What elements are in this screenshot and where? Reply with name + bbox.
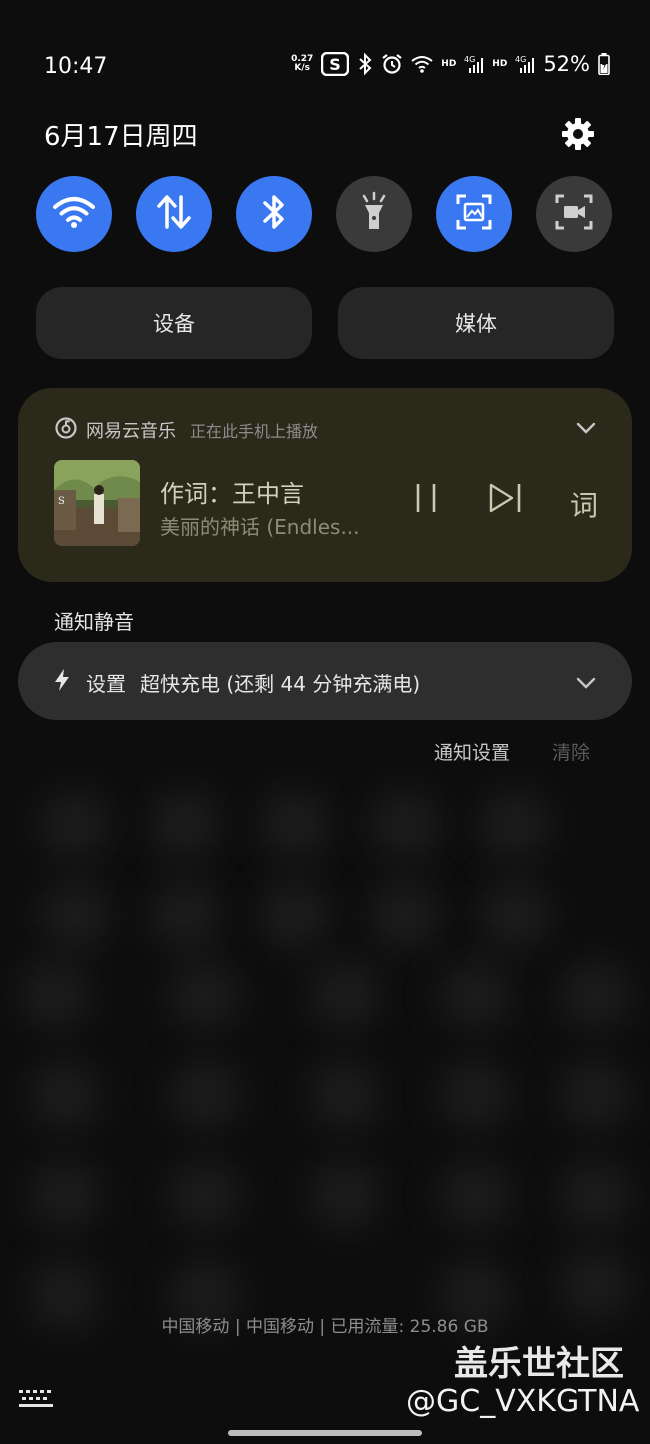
- alarm-icon: [381, 53, 403, 75]
- bluetooth-icon: [260, 192, 288, 236]
- watermark-handle: @GC_VXKGTNA: [406, 1384, 640, 1419]
- lightning-bolt-icon: [52, 668, 72, 697]
- notification-text: 超快充电 (还剩 44 分钟充满电): [140, 672, 421, 696]
- clear-notifications-button[interactable]: 清除: [552, 738, 590, 765]
- svg-text:S: S: [58, 496, 65, 507]
- media-button[interactable]: 媒体: [338, 287, 614, 359]
- charging-notification[interactable]: 设置 超快充电 (还剩 44 分钟充满电): [18, 642, 632, 720]
- date-label: 6月17日周四: [44, 122, 198, 152]
- track-subtitle: 美丽的神话 (Endles...: [160, 515, 360, 539]
- media-app-name: 网易云音乐: [86, 421, 176, 442]
- battery-percent: 52%: [543, 52, 590, 76]
- screenshot-tile[interactable]: [436, 176, 512, 252]
- silent-notifications-header: 通知静音: [54, 610, 134, 634]
- lyrics-button[interactable]: 词: [570, 484, 598, 524]
- netease-music-icon: [54, 416, 78, 444]
- media-app-subtitle: 正在此手机上播放: [190, 422, 319, 441]
- settings-gear-icon[interactable]: [560, 116, 596, 152]
- album-art: S: [54, 460, 140, 546]
- notification-settings-button[interactable]: 通知设置: [434, 738, 510, 765]
- svg-text:S: S: [330, 55, 342, 74]
- bluetooth-tile[interactable]: [236, 176, 312, 252]
- quick-settings-tiles: [36, 176, 616, 254]
- network-speed: 0.27 K/s: [291, 54, 314, 73]
- keyboard-icon[interactable]: [18, 1388, 54, 1414]
- pause-icon: [414, 482, 438, 518]
- battery-charging-icon: [598, 53, 610, 75]
- flashlight-tile[interactable]: [336, 176, 412, 252]
- carrier-data-usage: 中国移动 | 中国移动 | 已用流量: 25.86 GB: [161, 1317, 489, 1337]
- flashlight-icon: [359, 191, 389, 237]
- bluetooth-status-icon: [357, 52, 373, 76]
- clock: 10:47: [44, 54, 108, 79]
- screen-recorder-icon: [554, 193, 594, 235]
- wifi-tile[interactable]: [36, 176, 112, 252]
- svg-text:4G: 4G: [515, 55, 526, 64]
- signal-4g-icon-1: 4G: [464, 54, 484, 74]
- media-player-card[interactable]: 网易云音乐 正在此手机上播放 S 作词：王中言 美丽的神话 (Endles...…: [18, 388, 632, 582]
- notification-app-name: 设置: [86, 672, 126, 696]
- notification-expand-chevron-icon[interactable]: [576, 675, 596, 694]
- hd-label-2: HD: [492, 59, 508, 69]
- svg-text:4G: 4G: [464, 55, 475, 64]
- skip-next-icon: [488, 482, 522, 518]
- pause-button[interactable]: [414, 482, 438, 518]
- gesture-nav-bar[interactable]: [228, 1430, 422, 1436]
- hd-label-1: HD: [441, 59, 457, 69]
- data-transfer-icon: [154, 194, 194, 234]
- mobile-data-tile[interactable]: [136, 176, 212, 252]
- devices-button[interactable]: 设备: [36, 287, 312, 359]
- app-s-icon: S: [321, 52, 350, 76]
- wifi-icon: [53, 195, 95, 233]
- screen-recorder-tile[interactable]: [536, 176, 612, 252]
- next-track-button[interactable]: [488, 482, 522, 518]
- signal-4g-icon-2: 4G: [515, 54, 535, 74]
- expand-chevron-down-icon[interactable]: [576, 420, 596, 439]
- track-title: 作词：王中言: [160, 480, 304, 508]
- status-bar: 10:47 0.27 K/s S HD 4G HD 4G 52%: [0, 48, 650, 92]
- wifi-status-icon: [411, 54, 433, 74]
- screenshot-icon: [455, 193, 493, 235]
- watermark-community: 盖乐世社区: [454, 1344, 624, 1384]
